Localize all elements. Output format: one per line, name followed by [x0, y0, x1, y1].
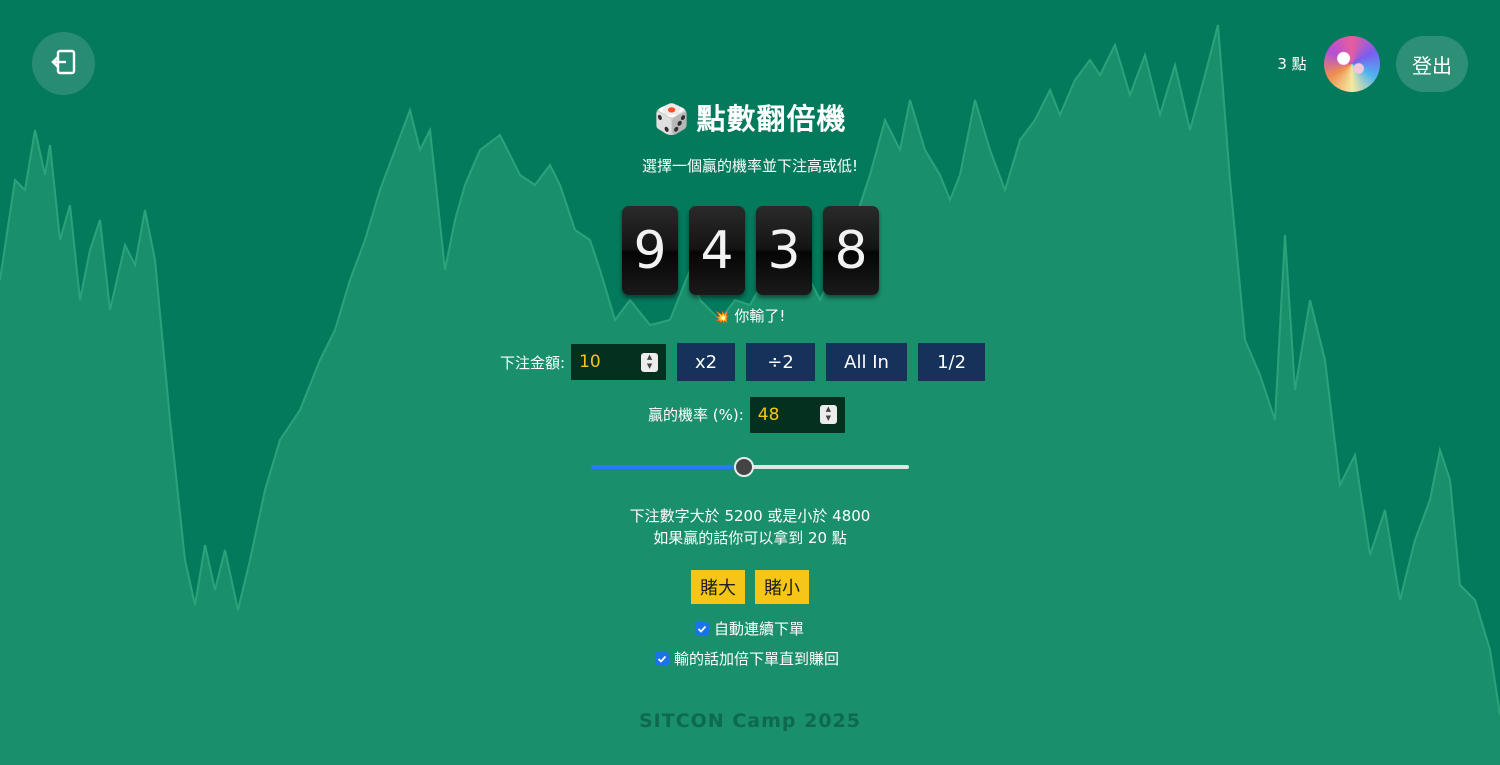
bet-amount-stepper[interactable]: ▲ ▼ [641, 352, 659, 372]
auto-bet-option[interactable]: 自動連續下單 [695, 618, 804, 639]
digit-4: 8 [823, 206, 879, 295]
digit-3: 3 [756, 206, 812, 295]
page-subtitle: 選擇一個贏的機率並下注高或低! [641, 157, 858, 175]
all-in-button[interactable]: All In [826, 343, 908, 381]
win-chance-input[interactable]: 48 ▲ ▼ [749, 396, 845, 433]
bet-info-line-2: 如果贏的話你可以拿到 20 點 [653, 529, 847, 547]
footer-text: SITCON Camp 2025 [639, 710, 861, 732]
divide-bet-button[interactable]: ÷2 [746, 343, 816, 381]
result-message: 💥 你輸了! [0, 305, 1500, 326]
slider-thumb[interactable] [734, 457, 754, 477]
slider-track-empty [744, 465, 909, 469]
bet-action-buttons: 賭大 賭小 [691, 570, 809, 604]
win-chance-value: 48 [757, 404, 780, 425]
martingale-option[interactable]: 輸的話加倍下單直到賺回 [655, 648, 839, 669]
digit-display: 9 4 3 8 [622, 206, 879, 296]
slider-track-filled [591, 465, 744, 469]
win-chance-row: 贏的機率 (%): 48 ▲ ▼ [648, 396, 845, 433]
auto-bet-checkbox[interactable] [695, 621, 709, 636]
user-avatar[interactable] [1324, 36, 1380, 92]
win-chance-stepper[interactable]: ▲ ▼ [819, 405, 837, 424]
bet-amount-input[interactable]: 10 ▲ ▼ [571, 344, 667, 380]
win-chance-label: 贏的機率 (%): [648, 406, 744, 424]
bet-info-line-1: 下注數字大於 5200 或是小於 4800 [629, 507, 871, 525]
bet-amount-label: 下注金額: [500, 353, 566, 372]
result-text: 你輸了! [734, 307, 786, 325]
check-icon [697, 625, 707, 633]
check-icon [657, 655, 667, 663]
dice-icon: 🎲 [653, 102, 691, 136]
win-chance-slider[interactable] [591, 456, 909, 478]
bet-amount-row: 下注金額: 10 ▲ ▼ x2 ÷2 All In 1/2 [500, 343, 986, 381]
martingale-label: 輸的話加倍下單直到賺回 [674, 650, 840, 668]
page-title: 🎲 點數翻倍機 [0, 96, 1500, 138]
title-text: 點數翻倍機 [696, 102, 847, 136]
logout-button[interactable]: 登出 [1396, 36, 1468, 92]
digit-2: 4 [689, 206, 745, 295]
martingale-checkbox[interactable] [655, 651, 669, 666]
double-bet-button[interactable]: x2 [677, 343, 736, 381]
bet-amount-value: 10 [579, 352, 601, 372]
half-bet-button[interactable]: 1/2 [918, 343, 986, 381]
exit-arrow-icon [50, 49, 77, 79]
auto-bet-label: 自動連續下單 [714, 620, 805, 638]
back-button[interactable] [32, 32, 95, 95]
user-points: 3 點 [1277, 55, 1307, 73]
explosion-icon: 💥 [714, 310, 730, 324]
bet-low-button[interactable]: 賭小 [755, 570, 809, 604]
digit-1: 9 [622, 206, 678, 295]
bet-high-button[interactable]: 賭大 [691, 570, 745, 604]
